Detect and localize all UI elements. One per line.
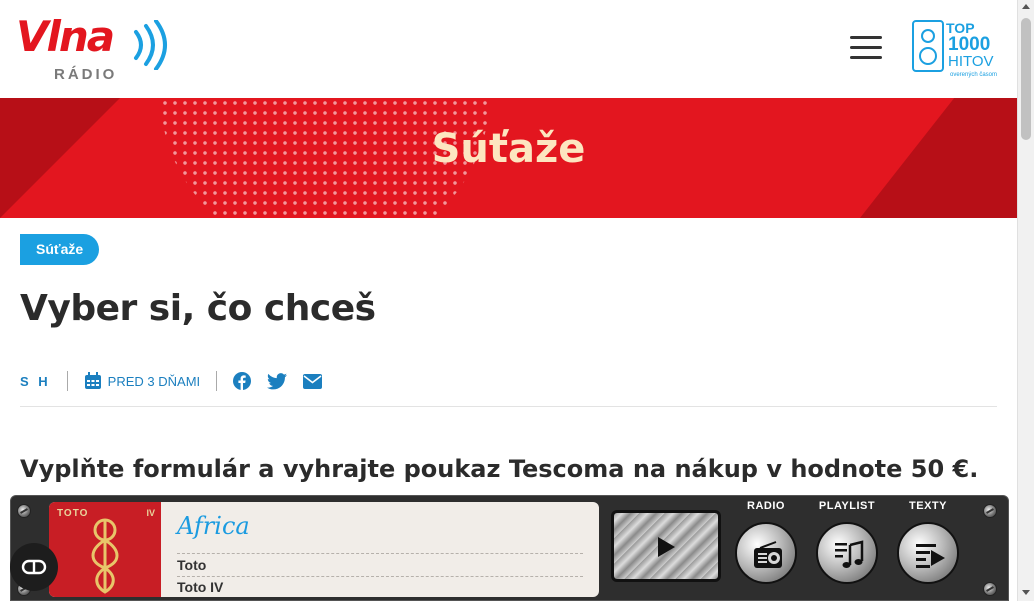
meta-divider [66,371,68,391]
lyrics-icon [916,544,945,568]
texty-knob [897,522,959,584]
category-tag[interactable]: Súťaže [20,234,100,265]
date-text: PRED 3 DŇAMI [107,373,201,389]
screw-icon [983,582,997,596]
hamburger-line [850,36,882,39]
artist-name: Toto [177,557,207,573]
screw-icon [983,504,997,518]
radio-player: TOTO IV Africa Toto Toto IV RADIO PLAYLI… [10,495,1009,601]
divider [177,553,583,554]
song-title: Africa [177,512,250,540]
banner-title: Súťaže [431,126,586,172]
meta-divider [216,371,218,391]
scroll-up-icon[interactable] [1022,4,1030,9]
page-scrollbar[interactable] [1017,0,1034,601]
cover-art-emblem [91,518,119,594]
hamburger-line [850,56,882,59]
calendar-icon [84,372,101,389]
page: Vlna RÁDIO TOP 1000 HITOV overených časo… [0,0,1034,601]
scroll-thumb[interactable] [1021,18,1031,140]
hamburger-line [850,46,882,49]
article-title: Vyber si, čo chceš [20,288,376,329]
top1000-logo[interactable]: TOP 1000 HITOV overených časom [910,18,1005,80]
radio-button[interactable]: RADIO [731,500,801,584]
playlist-button[interactable]: PLAYLIST [812,500,882,584]
scroll-down-icon[interactable] [1022,590,1030,595]
now-playing-panel: TOTO IV Africa Toto Toto IV [49,502,599,597]
music-notes-icon [835,540,864,568]
album-name: Toto IV [177,579,224,595]
texty-button-label: TEXTY [909,500,947,512]
logo-wordmark: Vlna [16,12,115,61]
facebook-icon[interactable] [233,372,252,390]
playlist-button-label: PLAYLIST [818,500,876,512]
share-buttons [233,372,323,390]
article-date: PRED 3 DŇAMI [84,372,200,390]
play-icon [658,537,675,557]
radio-waves-icon [134,20,167,70]
top1000-number: 1000 [948,34,990,55]
article-meta: S H PRED 3 DŇAMI [20,368,323,394]
radio-knob [735,522,797,584]
accessibility-button[interactable] [10,543,58,591]
email-icon[interactable] [303,373,323,389]
page-banner: Súťaže [0,98,1017,218]
playlist-knob [816,522,878,584]
texty-button[interactable]: TEXTY [893,500,963,584]
menu-button[interactable] [850,36,882,64]
album-cover: TOTO IV [49,502,161,597]
article-lead: Vyplňte formulár a vyhrajte poukaz Tesco… [20,455,979,483]
radio-button-label: RADIO [747,500,785,512]
divider [177,576,583,577]
meta-separator [20,406,997,407]
radio-icon [754,541,782,568]
accessibility-icon [21,559,47,575]
twitter-icon[interactable] [267,372,288,390]
site-logo[interactable]: Vlna RÁDIO [14,12,174,86]
author-name[interactable]: S H [20,374,51,389]
site-header: Vlna RÁDIO TOP 1000 HITOV overených časo… [0,0,1017,98]
top1000-hitov: HITOV [948,53,994,70]
logo-subtitle: RÁDIO [54,66,118,83]
top1000-tagline: overených časom [950,72,997,78]
play-button[interactable] [611,510,721,582]
screw-icon [17,504,31,518]
